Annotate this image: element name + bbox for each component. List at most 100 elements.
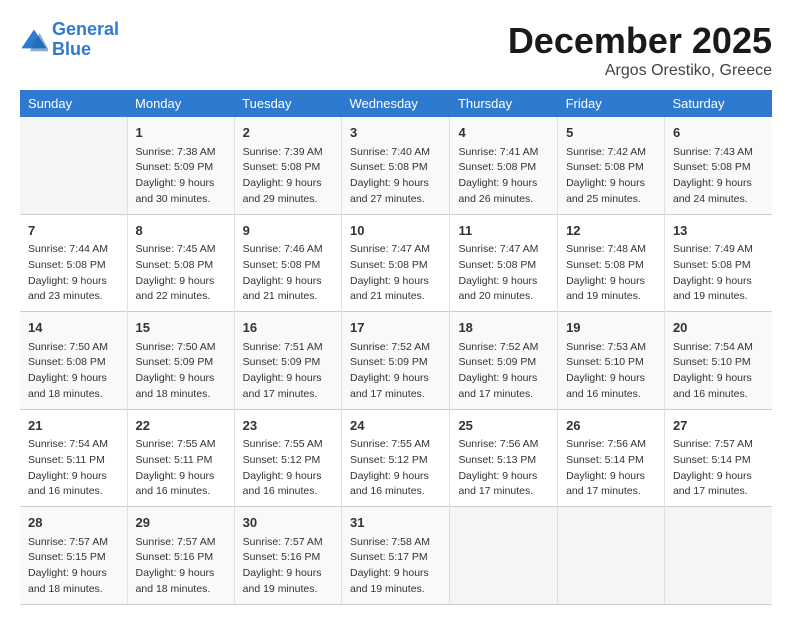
day-info: Sunrise: 7:41 AMSunset: 5:08 PMDaylight:… bbox=[458, 145, 549, 208]
day-info: Sunrise: 7:54 AMSunset: 5:10 PMDaylight:… bbox=[673, 340, 764, 403]
calendar-cell bbox=[664, 507, 772, 605]
month-title: December 2025 bbox=[508, 20, 772, 62]
day-header-wednesday: Wednesday bbox=[341, 90, 449, 117]
day-header-thursday: Thursday bbox=[450, 90, 558, 117]
calendar-cell: 8Sunrise: 7:45 AMSunset: 5:08 PMDaylight… bbox=[127, 214, 234, 312]
calendar-cell: 19Sunrise: 7:53 AMSunset: 5:10 PMDayligh… bbox=[558, 312, 665, 410]
day-number: 2 bbox=[243, 123, 333, 143]
calendar-cell: 4Sunrise: 7:41 AMSunset: 5:08 PMDaylight… bbox=[450, 117, 558, 214]
day-number: 21 bbox=[28, 416, 119, 436]
day-number: 7 bbox=[28, 221, 119, 241]
day-info: Sunrise: 7:46 AMSunset: 5:08 PMDaylight:… bbox=[243, 242, 333, 305]
day-info: Sunrise: 7:55 AMSunset: 5:12 PMDaylight:… bbox=[243, 437, 333, 500]
day-info: Sunrise: 7:38 AMSunset: 5:09 PMDaylight:… bbox=[136, 145, 226, 208]
calendar-cell: 12Sunrise: 7:48 AMSunset: 5:08 PMDayligh… bbox=[558, 214, 665, 312]
day-info: Sunrise: 7:47 AMSunset: 5:08 PMDaylight:… bbox=[350, 242, 441, 305]
day-number: 22 bbox=[136, 416, 226, 436]
calendar-week-row: 7Sunrise: 7:44 AMSunset: 5:08 PMDaylight… bbox=[20, 214, 772, 312]
day-info: Sunrise: 7:51 AMSunset: 5:09 PMDaylight:… bbox=[243, 340, 333, 403]
day-info: Sunrise: 7:56 AMSunset: 5:13 PMDaylight:… bbox=[458, 437, 549, 500]
calendar-cell: 29Sunrise: 7:57 AMSunset: 5:16 PMDayligh… bbox=[127, 507, 234, 605]
day-info: Sunrise: 7:48 AMSunset: 5:08 PMDaylight:… bbox=[566, 242, 656, 305]
day-info: Sunrise: 7:40 AMSunset: 5:08 PMDaylight:… bbox=[350, 145, 441, 208]
day-number: 13 bbox=[673, 221, 764, 241]
calendar-cell: 18Sunrise: 7:52 AMSunset: 5:09 PMDayligh… bbox=[450, 312, 558, 410]
calendar-cell: 23Sunrise: 7:55 AMSunset: 5:12 PMDayligh… bbox=[234, 409, 341, 507]
day-info: Sunrise: 7:52 AMSunset: 5:09 PMDaylight:… bbox=[350, 340, 441, 403]
day-header-monday: Monday bbox=[127, 90, 234, 117]
calendar-cell: 3Sunrise: 7:40 AMSunset: 5:08 PMDaylight… bbox=[341, 117, 449, 214]
calendar-cell: 22Sunrise: 7:55 AMSunset: 5:11 PMDayligh… bbox=[127, 409, 234, 507]
calendar-cell: 30Sunrise: 7:57 AMSunset: 5:16 PMDayligh… bbox=[234, 507, 341, 605]
calendar-cell: 5Sunrise: 7:42 AMSunset: 5:08 PMDaylight… bbox=[558, 117, 665, 214]
day-number: 5 bbox=[566, 123, 656, 143]
day-header-saturday: Saturday bbox=[664, 90, 772, 117]
calendar-cell: 20Sunrise: 7:54 AMSunset: 5:10 PMDayligh… bbox=[664, 312, 772, 410]
day-number: 16 bbox=[243, 318, 333, 338]
day-number: 17 bbox=[350, 318, 441, 338]
calendar-cell: 17Sunrise: 7:52 AMSunset: 5:09 PMDayligh… bbox=[341, 312, 449, 410]
logo-line2: Blue bbox=[52, 39, 91, 59]
calendar-cell: 11Sunrise: 7:47 AMSunset: 5:08 PMDayligh… bbox=[450, 214, 558, 312]
day-number: 25 bbox=[458, 416, 549, 436]
day-info: Sunrise: 7:57 AMSunset: 5:15 PMDaylight:… bbox=[28, 535, 119, 598]
day-info: Sunrise: 7:55 AMSunset: 5:11 PMDaylight:… bbox=[136, 437, 226, 500]
calendar-cell bbox=[558, 507, 665, 605]
day-number: 4 bbox=[458, 123, 549, 143]
day-number: 31 bbox=[350, 513, 441, 533]
day-info: Sunrise: 7:58 AMSunset: 5:17 PMDaylight:… bbox=[350, 535, 441, 598]
day-number: 14 bbox=[28, 318, 119, 338]
day-number: 12 bbox=[566, 221, 656, 241]
day-header-sunday: Sunday bbox=[20, 90, 127, 117]
calendar-cell: 31Sunrise: 7:58 AMSunset: 5:17 PMDayligh… bbox=[341, 507, 449, 605]
calendar-cell: 25Sunrise: 7:56 AMSunset: 5:13 PMDayligh… bbox=[450, 409, 558, 507]
logo: General Blue bbox=[20, 20, 119, 60]
day-number: 1 bbox=[136, 123, 226, 143]
day-info: Sunrise: 7:49 AMSunset: 5:08 PMDaylight:… bbox=[673, 242, 764, 305]
day-info: Sunrise: 7:53 AMSunset: 5:10 PMDaylight:… bbox=[566, 340, 656, 403]
calendar-cell: 13Sunrise: 7:49 AMSunset: 5:08 PMDayligh… bbox=[664, 214, 772, 312]
day-number: 9 bbox=[243, 221, 333, 241]
day-number: 28 bbox=[28, 513, 119, 533]
calendar-cell: 15Sunrise: 7:50 AMSunset: 5:09 PMDayligh… bbox=[127, 312, 234, 410]
calendar-table: SundayMondayTuesdayWednesdayThursdayFrid… bbox=[20, 90, 772, 605]
day-number: 18 bbox=[458, 318, 549, 338]
day-number: 6 bbox=[673, 123, 764, 143]
day-info: Sunrise: 7:43 AMSunset: 5:08 PMDaylight:… bbox=[673, 145, 764, 208]
calendar-cell bbox=[450, 507, 558, 605]
day-info: Sunrise: 7:45 AMSunset: 5:08 PMDaylight:… bbox=[136, 242, 226, 305]
day-number: 23 bbox=[243, 416, 333, 436]
day-info: Sunrise: 7:56 AMSunset: 5:14 PMDaylight:… bbox=[566, 437, 656, 500]
calendar-cell: 1Sunrise: 7:38 AMSunset: 5:09 PMDaylight… bbox=[127, 117, 234, 214]
day-number: 8 bbox=[136, 221, 226, 241]
calendar-cell: 21Sunrise: 7:54 AMSunset: 5:11 PMDayligh… bbox=[20, 409, 127, 507]
day-number: 3 bbox=[350, 123, 441, 143]
subtitle: Argos Orestiko, Greece bbox=[508, 62, 772, 80]
logo-text: General Blue bbox=[52, 20, 119, 60]
title-area: December 2025 Argos Orestiko, Greece bbox=[508, 20, 772, 80]
day-info: Sunrise: 7:50 AMSunset: 5:08 PMDaylight:… bbox=[28, 340, 119, 403]
day-info: Sunrise: 7:42 AMSunset: 5:08 PMDaylight:… bbox=[566, 145, 656, 208]
calendar-cell: 6Sunrise: 7:43 AMSunset: 5:08 PMDaylight… bbox=[664, 117, 772, 214]
day-number: 26 bbox=[566, 416, 656, 436]
day-info: Sunrise: 7:54 AMSunset: 5:11 PMDaylight:… bbox=[28, 437, 119, 500]
calendar-cell: 28Sunrise: 7:57 AMSunset: 5:15 PMDayligh… bbox=[20, 507, 127, 605]
calendar-week-row: 1Sunrise: 7:38 AMSunset: 5:09 PMDaylight… bbox=[20, 117, 772, 214]
day-number: 30 bbox=[243, 513, 333, 533]
calendar-cell: 9Sunrise: 7:46 AMSunset: 5:08 PMDaylight… bbox=[234, 214, 341, 312]
calendar-cell bbox=[20, 117, 127, 214]
calendar-week-row: 14Sunrise: 7:50 AMSunset: 5:08 PMDayligh… bbox=[20, 312, 772, 410]
calendar-cell: 10Sunrise: 7:47 AMSunset: 5:08 PMDayligh… bbox=[341, 214, 449, 312]
day-info: Sunrise: 7:57 AMSunset: 5:14 PMDaylight:… bbox=[673, 437, 764, 500]
calendar-cell: 24Sunrise: 7:55 AMSunset: 5:12 PMDayligh… bbox=[341, 409, 449, 507]
logo-line1: General bbox=[52, 19, 119, 39]
day-info: Sunrise: 7:55 AMSunset: 5:12 PMDaylight:… bbox=[350, 437, 441, 500]
day-info: Sunrise: 7:50 AMSunset: 5:09 PMDaylight:… bbox=[136, 340, 226, 403]
day-header-tuesday: Tuesday bbox=[234, 90, 341, 117]
day-info: Sunrise: 7:39 AMSunset: 5:08 PMDaylight:… bbox=[243, 145, 333, 208]
day-number: 24 bbox=[350, 416, 441, 436]
day-number: 15 bbox=[136, 318, 226, 338]
calendar-week-row: 28Sunrise: 7:57 AMSunset: 5:15 PMDayligh… bbox=[20, 507, 772, 605]
day-number: 10 bbox=[350, 221, 441, 241]
logo-icon bbox=[20, 26, 48, 54]
